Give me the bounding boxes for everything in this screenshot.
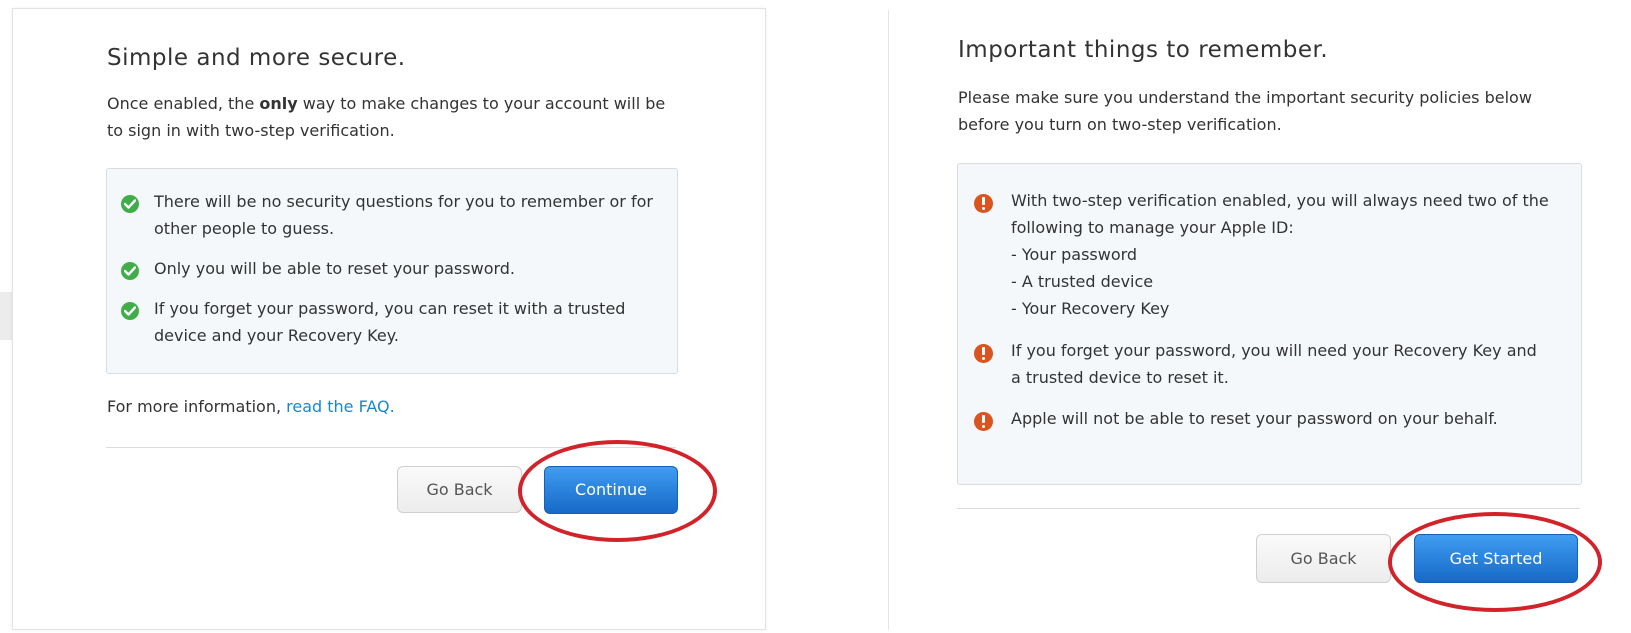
faq-link[interactable]: read the FAQ. [286, 397, 395, 416]
intro-text: Please make sure you understand the impo… [958, 88, 1532, 134]
continue-button[interactable]: Continue [544, 466, 678, 514]
check-icon [121, 195, 139, 213]
go-back-button[interactable]: Go Back [1256, 534, 1391, 583]
policy-text: With two-step verification enabled, you … [1011, 191, 1549, 237]
list-item: Apple will not be able to reset your pas… [1011, 409, 1498, 428]
alert-icon [974, 344, 993, 363]
page-title: Simple and more secure. [107, 45, 406, 71]
list-item: With two-step verification enabled, you … [1011, 187, 1551, 322]
center-divider [888, 10, 889, 630]
policy-subitem: - Your password [1011, 245, 1138, 264]
list-item: If you forget your password, you will ne… [1011, 341, 1537, 387]
list-item: There will be no security questions for … [154, 192, 653, 238]
page-title: Important things to remember. [958, 37, 1329, 63]
go-back-button[interactable]: Go Back [397, 466, 522, 513]
alert-icon [974, 194, 993, 213]
policy-subitem: - Your Recovery Key [1011, 299, 1170, 318]
list-item: Only you will be able to reset your pass… [154, 259, 516, 278]
get-started-button[interactable]: Get Started [1414, 534, 1578, 583]
faq-text: For more information, read the FAQ. [107, 397, 395, 416]
intro-text: Once enabled, the only way to make chang… [107, 90, 667, 144]
check-icon [121, 302, 139, 320]
divider [106, 447, 676, 448]
policy-subitem: - A trusted device [1011, 272, 1154, 291]
divider [957, 508, 1580, 509]
list-item: If you forget your password, you can res… [154, 299, 626, 345]
check-icon [121, 262, 139, 280]
faq-prefix: For more information, [107, 397, 287, 416]
intro-text-part: Once enabled, the [107, 94, 260, 113]
alert-icon [974, 412, 993, 431]
intro-text-emphasis: only [259, 94, 298, 113]
